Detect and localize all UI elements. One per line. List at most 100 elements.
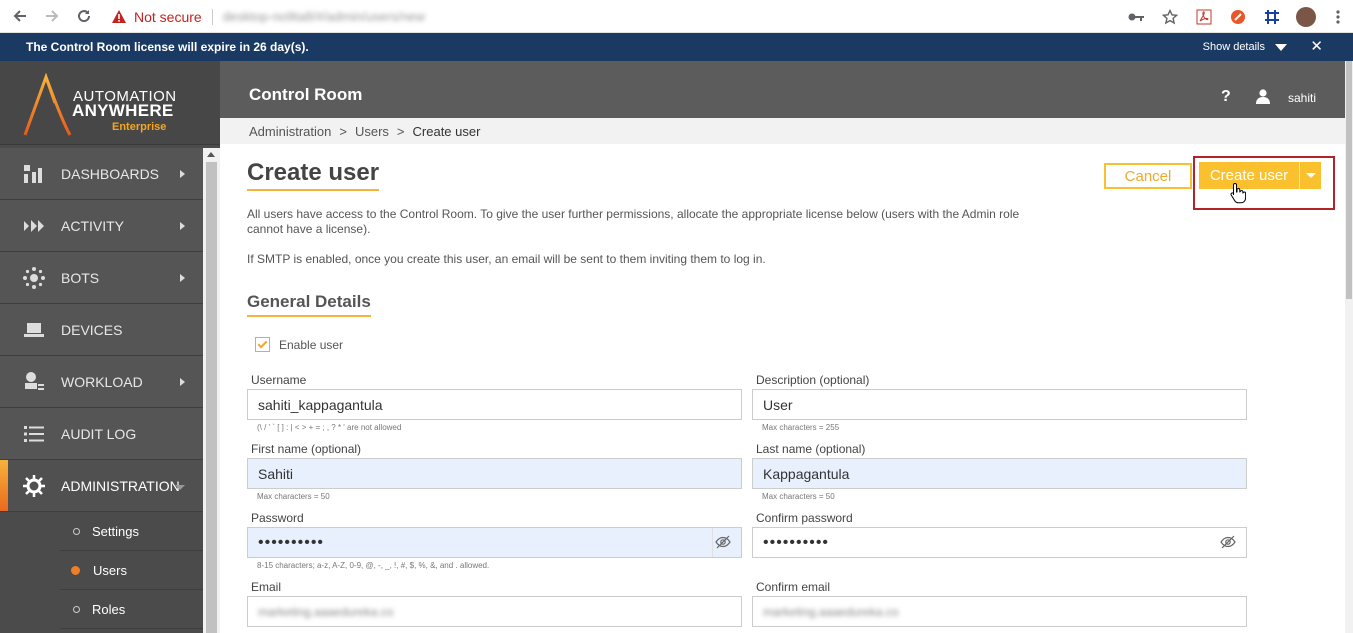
create-user-button[interactable]: Create user xyxy=(1199,162,1321,189)
sidebar-item-devices[interactable]: DEVICES xyxy=(0,304,203,356)
browser-extensions xyxy=(1119,0,1353,33)
scroll-up-icon[interactable] xyxy=(207,152,215,157)
description-input[interactable]: User xyxy=(752,389,1247,420)
bullet-icon xyxy=(73,527,80,535)
field-label: Description (optional) xyxy=(756,373,870,387)
caret-down-icon xyxy=(1305,173,1316,178)
sidebar-nav: DASHBOARDS ACTIVITY BOTS DEVICES WORKLOA… xyxy=(0,148,203,629)
username-label[interactable]: sahiti xyxy=(1288,91,1316,105)
breadcrumb-separator: > xyxy=(396,123,405,139)
profile-avatar[interactable] xyxy=(1289,0,1323,33)
create-options-dropdown[interactable] xyxy=(1300,173,1321,178)
button-divider xyxy=(1299,162,1300,189)
logo-a-icon xyxy=(23,73,72,136)
pdf-extension-icon[interactable] xyxy=(1187,0,1221,33)
field-hint: Max characters = 50 xyxy=(257,492,330,501)
hide-password-icon[interactable] xyxy=(715,535,731,554)
hide-password-icon[interactable] xyxy=(1220,535,1236,554)
sidebar-subitem-settings[interactable]: Settings xyxy=(60,512,203,551)
checkmark-icon xyxy=(257,338,268,349)
breadcrumb-administration[interactable]: Administration xyxy=(249,124,331,139)
first-name-input[interactable]: Sahiti xyxy=(247,458,742,489)
confirm-email-value: marketing.aaaedureka.co xyxy=(763,604,899,619)
workload-icon xyxy=(22,370,46,394)
dashboards-icon xyxy=(22,162,46,186)
field-label: Username xyxy=(251,373,307,387)
help-icon[interactable]: ? xyxy=(1221,88,1231,106)
sidebar-subitem-roles[interactable]: Roles xyxy=(60,590,203,629)
confirm-password-input[interactable]: •••••••••• xyxy=(752,527,1247,558)
sidebar-item-label: ACTIVITY xyxy=(61,217,125,234)
field-hint: 8-15 characters; a-z, A-Z, 0-9, @, -, _,… xyxy=(257,561,490,570)
sidebar-subitem-users[interactable]: Users xyxy=(60,551,203,590)
address-bar[interactable]: Not secure desktop-no9ta8/#/admin/users/… xyxy=(110,4,425,29)
sidebar-item-bots[interactable]: BOTS xyxy=(0,252,203,304)
sidebar-item-administration[interactable]: ADMINISTRATION xyxy=(0,460,203,512)
star-icon[interactable] xyxy=(1153,0,1187,33)
email-field: Email marketing.aaaedureka.co xyxy=(247,580,742,627)
devices-icon xyxy=(22,318,46,342)
sidebar-scrollbar[interactable] xyxy=(203,148,220,633)
sidebar-item-label: WORKLOAD xyxy=(61,373,143,390)
sidebar: AUTOMATION ANYWHERE Enterprise DASHBOARD… xyxy=(0,61,220,633)
caret-down-icon xyxy=(1275,43,1287,51)
close-icon[interactable]: ✕ xyxy=(1310,38,1323,56)
breadcrumb: Administration > Users > Create user xyxy=(220,118,1353,144)
last-name-input[interactable]: Kappagantula xyxy=(752,458,1247,489)
key-icon[interactable] xyxy=(1119,0,1153,33)
sidebar-subitem-label: Users xyxy=(93,562,127,578)
app-header: Control Room ? sahiti xyxy=(220,61,1353,118)
forward-icon[interactable] xyxy=(36,0,68,33)
field-label: Password xyxy=(251,511,304,525)
breadcrumb-users[interactable]: Users xyxy=(355,124,389,139)
username-field: Username sahiti_kappagantula (\ / ' ` [ … xyxy=(247,373,742,432)
back-icon[interactable] xyxy=(4,0,36,33)
field-label: Email xyxy=(251,580,282,594)
browser-menu-icon[interactable] xyxy=(1323,0,1353,33)
warning-icon xyxy=(110,8,128,26)
page-scrollbar[interactable] xyxy=(1345,61,1353,633)
activity-icon xyxy=(22,214,46,238)
sidebar-item-activity[interactable]: ACTIVITY xyxy=(0,200,203,252)
app-title: Control Room xyxy=(249,85,363,104)
email-input[interactable]: marketing.aaaedureka.co xyxy=(247,596,742,627)
confirm-email-field: Confirm email marketing.aaaedureka.co xyxy=(752,580,1247,627)
automation-anywhere-logo: AUTOMATION ANYWHERE Enterprise xyxy=(0,61,220,145)
confirm-password-value: •••••••••• xyxy=(763,533,830,551)
sidebar-item-dashboards[interactable]: DASHBOARDS xyxy=(0,148,203,200)
description-field: Description (optional) User Max characte… xyxy=(752,373,1247,432)
license-message: The Control Room license will expire in … xyxy=(26,40,309,54)
confirm-password-field: Confirm password •••••••••• xyxy=(752,511,1247,558)
create-user-label: Create user xyxy=(1209,167,1289,184)
scrollbar-thumb[interactable] xyxy=(1346,61,1352,299)
hand-cursor-icon xyxy=(1230,182,1247,209)
password-field: Password •••••••••• 8-15 characters; a-z… xyxy=(247,511,742,570)
user-icon[interactable] xyxy=(1256,89,1270,109)
enable-user-row[interactable]: Enable user xyxy=(255,337,343,352)
confirm-email-input[interactable]: marketing.aaaedureka.co xyxy=(752,596,1247,627)
intro-description: All users have access to the Control Roo… xyxy=(247,207,1020,236)
cancel-button[interactable]: Cancel xyxy=(1104,163,1192,189)
sidebar-item-label: AUDIT LOG xyxy=(61,425,137,442)
reload-icon[interactable] xyxy=(68,0,100,33)
sidebar-item-label: BOTS xyxy=(61,269,100,286)
sidebar-item-workload[interactable]: WORKLOAD xyxy=(0,356,203,408)
email-value: marketing.aaaedureka.co xyxy=(258,604,394,619)
sidebar-item-audit-log[interactable]: AUDIT LOG xyxy=(0,408,203,460)
page-title: Create user xyxy=(247,159,380,191)
scrollbar-thumb[interactable] xyxy=(206,162,217,633)
enable-user-label: Enable user xyxy=(279,337,344,352)
grid-extension-icon[interactable] xyxy=(1255,0,1289,33)
show-details-label: Show details xyxy=(1202,41,1265,53)
bullet-icon xyxy=(73,605,80,613)
chevron-right-icon xyxy=(180,274,185,282)
show-details-button[interactable]: Show details xyxy=(1203,33,1287,61)
username-input[interactable]: sahiti_kappagantula xyxy=(247,389,742,420)
extension-orange-icon[interactable] xyxy=(1221,0,1255,33)
breadcrumb-current: Create user xyxy=(412,123,481,139)
last-name-field: Last name (optional) Kappagantula Max ch… xyxy=(752,442,1247,501)
password-input[interactable]: •••••••••• xyxy=(247,527,742,558)
audit-log-icon xyxy=(22,422,46,446)
enable-user-checkbox[interactable] xyxy=(255,337,270,352)
field-label: Confirm email xyxy=(756,580,831,594)
